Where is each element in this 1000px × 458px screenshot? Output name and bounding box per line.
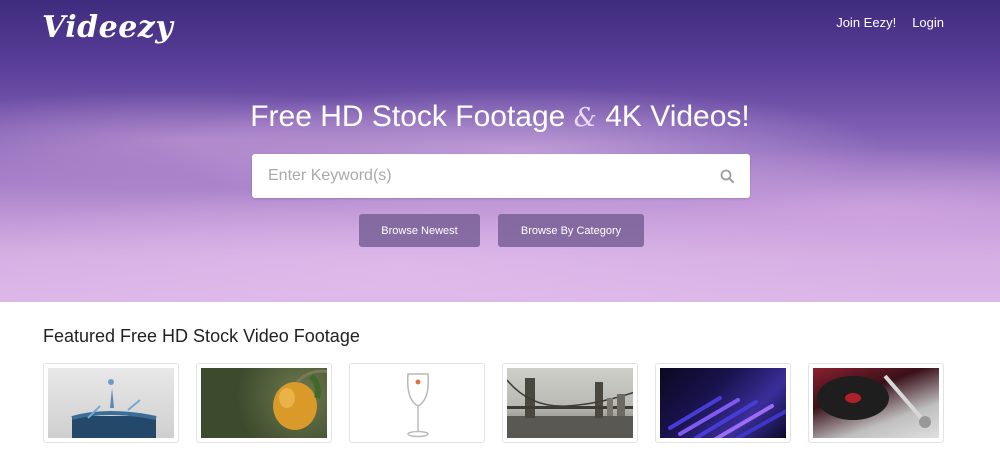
search-input[interactable]: [252, 154, 704, 198]
videezy-logo[interactable]: Videezy: [42, 10, 173, 45]
browse-by-category-button[interactable]: Browse By Category: [498, 214, 644, 247]
thumbnail-wine-glass[interactable]: [349, 363, 485, 443]
turntable-image: [813, 368, 939, 438]
wine-glass-image: [354, 368, 480, 438]
search-icon[interactable]: [720, 169, 734, 183]
water-splash-image: [48, 368, 174, 438]
thumbnail-bridge[interactable]: [502, 363, 638, 443]
top-nav: Join Eezy! Login: [836, 15, 944, 30]
headline-ampersand: &: [573, 103, 597, 133]
headline-part2: 4K Videos!: [605, 100, 750, 133]
featured-section-title: Featured Free HD Stock Video Footage: [43, 326, 360, 346]
thumbnail-water-splash[interactable]: [43, 363, 179, 443]
thumbnail-lemon[interactable]: [196, 363, 332, 443]
featured-thumbnails: [43, 363, 944, 443]
hero-banner: Videezy Join Eezy! Login Free HD Stock F…: [0, 0, 1000, 302]
browse-newest-button[interactable]: Browse Newest: [359, 214, 480, 247]
thumbnail-light-streaks[interactable]: [655, 363, 791, 443]
light-streaks-image: [660, 368, 786, 438]
lemon-image: [201, 368, 327, 438]
login-link[interactable]: Login: [912, 15, 944, 30]
search-box: [252, 154, 750, 198]
thumbnail-turntable[interactable]: [808, 363, 944, 443]
headline-part1: Free HD Stock Footage: [250, 100, 566, 133]
join-link[interactable]: Join Eezy!: [836, 15, 896, 30]
hero-headline: Free HD Stock Footage & 4K Videos!: [0, 100, 1000, 134]
bridge-image: [507, 368, 633, 438]
